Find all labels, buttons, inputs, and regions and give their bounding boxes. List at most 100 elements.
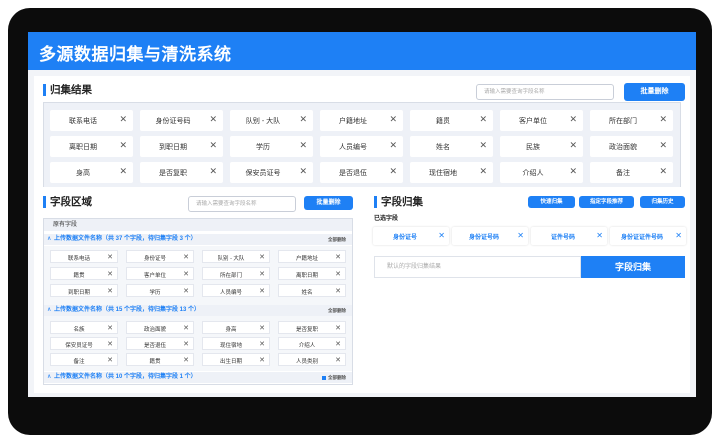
close-icon[interactable]: ✕: [183, 356, 189, 365]
result-tag[interactable]: 离职日期 ✕: [50, 136, 133, 157]
close-icon[interactable]: ✕: [209, 167, 217, 176]
field-chip[interactable]: 联系电话 ✕: [50, 250, 118, 263]
close-icon[interactable]: ✕: [438, 231, 445, 240]
close-icon[interactable]: ✕: [659, 115, 667, 124]
upload-group-header[interactable]: ∧ 上传数据文件名称（共 10 个字段，待归集字段 1 个） 全部删除: [44, 372, 352, 383]
close-icon[interactable]: ✕: [659, 167, 667, 176]
close-icon[interactable]: ✕: [479, 115, 487, 124]
close-icon[interactable]: ✕: [183, 253, 189, 262]
result-tag[interactable]: 身高 ✕: [50, 162, 133, 183]
close-icon[interactable]: ✕: [479, 167, 487, 176]
close-icon[interactable]: ✕: [389, 141, 397, 150]
close-icon[interactable]: ✕: [119, 167, 127, 176]
result-search-input[interactable]: [476, 84, 614, 100]
close-icon[interactable]: ✕: [183, 287, 189, 296]
field-chip[interactable]: 人员编号 ✕: [202, 284, 270, 297]
field-chip[interactable]: 所在部门 ✕: [202, 267, 270, 280]
close-icon[interactable]: ✕: [389, 115, 397, 124]
selected-field-chip[interactable]: 证件号码 ✕: [531, 227, 607, 245]
close-icon[interactable]: ✕: [259, 287, 265, 296]
field-merge-button[interactable]: 字段归集: [581, 256, 685, 278]
field-chip[interactable]: 身高 ✕: [202, 321, 270, 334]
close-icon[interactable]: ✕: [299, 167, 307, 176]
selected-field-chip[interactable]: 身份证号 ✕: [373, 227, 449, 245]
result-tag[interactable]: 备注 ✕: [590, 162, 673, 183]
field-chip[interactable]: 人员类别 ✕: [278, 353, 346, 366]
field-chip[interactable]: 身份证号 ✕: [126, 250, 194, 263]
field-chip[interactable]: 政治面貌 ✕: [126, 321, 194, 334]
field-chip[interactable]: 是否复职 ✕: [278, 321, 346, 334]
field-chip[interactable]: 客户单位 ✕: [126, 267, 194, 280]
close-icon[interactable]: ✕: [596, 231, 603, 240]
field-chip[interactable]: 名族 ✕: [50, 321, 118, 334]
group-delete-all[interactable]: 全部删除: [328, 305, 346, 316]
result-tag[interactable]: 联系电话 ✕: [50, 110, 133, 131]
close-icon[interactable]: ✕: [569, 115, 577, 124]
field-chip[interactable]: 离职日期 ✕: [278, 267, 346, 280]
result-tag[interactable]: 队别 - 大队 ✕: [230, 110, 313, 131]
result-tag[interactable]: 政治面貌 ✕: [590, 136, 673, 157]
close-icon[interactable]: ✕: [209, 141, 217, 150]
close-icon[interactable]: ✕: [659, 141, 667, 150]
close-icon[interactable]: ✕: [183, 340, 189, 349]
close-icon[interactable]: ✕: [335, 253, 341, 262]
caret-up-icon[interactable]: ∧: [47, 305, 51, 316]
close-icon[interactable]: ✕: [517, 231, 524, 240]
close-icon[interactable]: ✕: [335, 270, 341, 279]
field-area-batch-delete-button[interactable]: 批量删除: [304, 196, 353, 210]
field-chip[interactable]: 现住宿地 ✕: [202, 337, 270, 350]
field-chip[interactable]: 队别 - 大队 ✕: [202, 250, 270, 263]
close-icon[interactable]: ✕: [335, 287, 341, 296]
result-tag[interactable]: 介绍人 ✕: [500, 162, 583, 183]
result-tag[interactable]: 民族 ✕: [500, 136, 583, 157]
recommend-field-button[interactable]: 指定字段推荐: [579, 196, 634, 208]
close-icon[interactable]: ✕: [107, 253, 113, 262]
close-icon[interactable]: ✕: [569, 141, 577, 150]
upload-group-header[interactable]: ∧ 上传数据文件名称（共 15 个字段，待归集字段 13 个） 全部删除: [44, 305, 352, 316]
field-chip[interactable]: 备注 ✕: [50, 353, 118, 366]
result-tag[interactable]: 姓名 ✕: [410, 136, 493, 157]
result-tag[interactable]: 到职日期 ✕: [140, 136, 223, 157]
close-icon[interactable]: ✕: [389, 167, 397, 176]
field-chip[interactable]: 姓名 ✕: [278, 284, 346, 297]
result-tag[interactable]: 所在部门 ✕: [590, 110, 673, 131]
result-tag[interactable]: 客户单位 ✕: [500, 110, 583, 131]
caret-up-icon[interactable]: ∧: [47, 372, 51, 383]
result-batch-delete-button[interactable]: 批量删除: [624, 83, 685, 101]
checkbox-icon[interactable]: [322, 376, 326, 380]
result-tag[interactable]: 籍贯 ✕: [410, 110, 493, 131]
result-tag[interactable]: 保安员证号 ✕: [230, 162, 313, 183]
close-icon[interactable]: ✕: [569, 167, 577, 176]
close-icon[interactable]: ✕: [259, 270, 265, 279]
field-chip[interactable]: 籍贯 ✕: [126, 353, 194, 366]
close-icon[interactable]: ✕: [299, 141, 307, 150]
close-icon[interactable]: ✕: [479, 141, 487, 150]
close-icon[interactable]: ✕: [259, 340, 265, 349]
field-area-search-input[interactable]: [188, 196, 296, 212]
close-icon[interactable]: ✕: [107, 340, 113, 349]
field-chip[interactable]: 籍贯 ✕: [50, 267, 118, 280]
close-icon[interactable]: ✕: [107, 324, 113, 333]
field-chip[interactable]: 保安员证号 ✕: [50, 337, 118, 350]
close-icon[interactable]: ✕: [259, 324, 265, 333]
merge-history-button[interactable]: 归集历史: [640, 196, 685, 208]
group-delete-all[interactable]: 全部删除: [328, 234, 346, 245]
close-icon[interactable]: ✕: [119, 141, 127, 150]
close-icon[interactable]: ✕: [107, 270, 113, 279]
selected-field-chip[interactable]: 身份证证件号码 ✕: [610, 227, 686, 245]
close-icon[interactable]: ✕: [259, 356, 265, 365]
close-icon[interactable]: ✕: [107, 356, 113, 365]
result-tag[interactable]: 是否复职 ✕: [140, 162, 223, 183]
field-chip[interactable]: 介绍人 ✕: [278, 337, 346, 350]
close-icon[interactable]: ✕: [259, 253, 265, 262]
close-icon[interactable]: ✕: [209, 115, 217, 124]
caret-up-icon[interactable]: ∧: [47, 234, 51, 245]
close-icon[interactable]: ✕: [299, 115, 307, 124]
close-icon[interactable]: ✕: [335, 324, 341, 333]
result-tag[interactable]: 人员编号 ✕: [320, 136, 403, 157]
close-icon[interactable]: ✕: [335, 356, 341, 365]
quick-merge-button[interactable]: 快速归集: [528, 196, 575, 208]
field-chip[interactable]: 学历 ✕: [126, 284, 194, 297]
result-tag[interactable]: 是否退伍 ✕: [320, 162, 403, 183]
result-tag[interactable]: 学历 ✕: [230, 136, 313, 157]
